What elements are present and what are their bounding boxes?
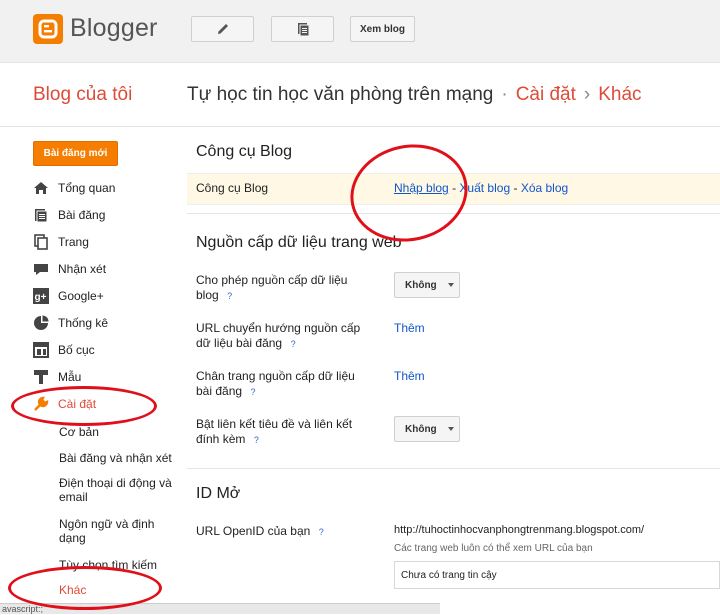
pie-chart-icon — [33, 315, 49, 331]
blog-tools-label: Công cụ Blog — [196, 181, 269, 195]
blog-tools-heading: Công cụ Blog — [196, 143, 293, 160]
enclosure-links-dropdown[interactable]: Không — [394, 416, 460, 442]
openid-hint: Các trang web luôn có thể xem URL của bạ… — [394, 543, 593, 554]
sidebar-item-pages[interactable]: Trang — [33, 231, 89, 253]
page-icon — [33, 234, 49, 250]
sidebar-item-layout[interactable]: Bố cục — [33, 339, 95, 361]
openid-heading: ID Mở — [196, 485, 241, 502]
blogger-logo-icon[interactable] — [33, 14, 63, 44]
sidebar-item-label: Tổng quan — [58, 181, 116, 195]
posts-icon — [33, 207, 49, 223]
posts-list-button[interactable] — [271, 16, 334, 42]
help-icon[interactable]: ? — [250, 434, 262, 446]
help-icon[interactable]: ? — [224, 290, 236, 302]
label-line: dữ liệu bài đăng — [196, 336, 283, 350]
allow-feed-label: Cho phép nguồn cấp dữ liệu blog? — [196, 273, 347, 303]
annotation-circle-settings — [11, 386, 157, 426]
section-divider — [187, 468, 720, 469]
help-icon[interactable]: ? — [315, 526, 327, 538]
help-icon[interactable]: ? — [287, 338, 299, 350]
view-blog-button[interactable]: Xem blog — [350, 16, 415, 42]
label-line: Chân trang nguồn cấp dữ liệu — [196, 369, 355, 383]
feed-footer-label: Chân trang nguồn cấp dữ liệu bài đăng? — [196, 369, 355, 399]
sidebar-item-label: Thống kê — [58, 316, 109, 330]
label-line: URL OpenID của bạn — [196, 524, 311, 538]
header-divider — [0, 126, 720, 127]
label-line: Cho phép nguồn cấp dữ liệu — [196, 273, 348, 287]
enclosure-links-label: Bật liên kết tiêu đề và liên kết đính kè… — [196, 417, 352, 447]
google-plus-icon: g+ — [33, 288, 49, 304]
sidebar-item-posts[interactable]: Bài đăng — [33, 204, 105, 226]
layout-icon — [33, 342, 49, 358]
home-icon — [33, 180, 49, 196]
sidebar-item-template[interactable]: Mẫu — [33, 366, 81, 388]
sidebar-item-label: Trang — [58, 235, 89, 249]
breadcrumb-settings[interactable]: Cài đặt — [516, 84, 576, 105]
sidebar-subitem-posts-comments[interactable]: Bài đăng và nhận xét — [59, 451, 172, 465]
sidebar-item-label: Google+ — [58, 289, 104, 303]
sidebar-subitem-language-format[interactable]: Ngôn ngữ và định dạng — [59, 517, 169, 545]
dropdown-value: Không — [405, 279, 437, 291]
label-line: blog — [196, 288, 219, 302]
label-line: bài đăng — [196, 384, 243, 398]
posts-icon — [297, 23, 309, 37]
site-feed-heading: Nguồn cấp dữ liệu trang web — [196, 234, 402, 251]
delete-blog-link[interactable]: Xóa blog — [521, 181, 568, 195]
breadcrumb: Tự học tin học văn phòng trên mạng · Cài đ… — [187, 84, 642, 106]
pencil-icon — [217, 24, 228, 34]
new-post-button[interactable]: Bài đăng mới — [33, 141, 118, 166]
caret-down-icon — [447, 427, 454, 431]
template-icon — [33, 369, 49, 385]
new-post-pencil-button[interactable] — [191, 16, 254, 42]
sidebar-item-label: Nhận xét — [58, 262, 107, 276]
sidebar-item-comments[interactable]: Nhận xét — [33, 258, 106, 280]
sidebar-item-label: Mẫu — [58, 370, 82, 384]
breadcrumb-other: Khác — [598, 84, 642, 105]
logo-text[interactable]: Blogger — [70, 14, 158, 43]
svg-text:g+: g+ — [35, 292, 47, 303]
feed-redirect-add-link[interactable]: Thêm — [394, 321, 425, 335]
sidebar-item-overview[interactable]: Tổng quan — [33, 177, 115, 199]
sidebar-item-label: Bài đăng — [58, 208, 106, 222]
sidebar-item-stats[interactable]: Thống kê — [33, 312, 108, 334]
label-line: đính kèm — [196, 432, 246, 446]
feed-redirect-label: URL chuyển hướng nguồn cấp dữ liệu bài đ… — [196, 321, 360, 351]
breadcrumb-arrow: › — [583, 84, 591, 105]
sidebar-subitem-basic[interactable]: Cơ bản — [59, 425, 99, 439]
annotation-circle-other — [8, 566, 162, 610]
caret-down-icon — [447, 283, 454, 287]
help-icon[interactable]: ? — [247, 386, 259, 398]
dropdown-value: Không — [405, 423, 437, 435]
openid-url: http://tuhoctinhocvanphongtrenmang.blogs… — [394, 524, 645, 536]
feed-footer-add-link[interactable]: Thêm — [394, 369, 425, 383]
breadcrumb-separator: · — [501, 84, 508, 105]
trusted-sites-box: Chưa có trang tin cậy — [394, 561, 720, 589]
sidebar-subitem-mobile-email[interactable]: Điện thoại di động và email — [59, 476, 184, 504]
sidebar-item-label: Bố cục — [58, 343, 95, 357]
breadcrumb-blog-title[interactable]: Tự học tin học văn phòng trên mạng — [187, 84, 493, 105]
label-line: URL chuyển hướng nguồn cấp — [196, 321, 361, 335]
label-line: Bật liên kết tiêu đề và liên kết — [196, 417, 353, 431]
sidebar-item-google-plus[interactable]: g+ Google+ — [33, 285, 104, 307]
comment-icon — [33, 261, 49, 277]
openid-label: URL OpenID của bạn? — [196, 524, 327, 539]
allow-feed-dropdown[interactable]: Không — [394, 272, 460, 298]
link-separator: - — [513, 181, 518, 195]
my-blogs-link[interactable]: Blog của tôi — [33, 84, 132, 106]
